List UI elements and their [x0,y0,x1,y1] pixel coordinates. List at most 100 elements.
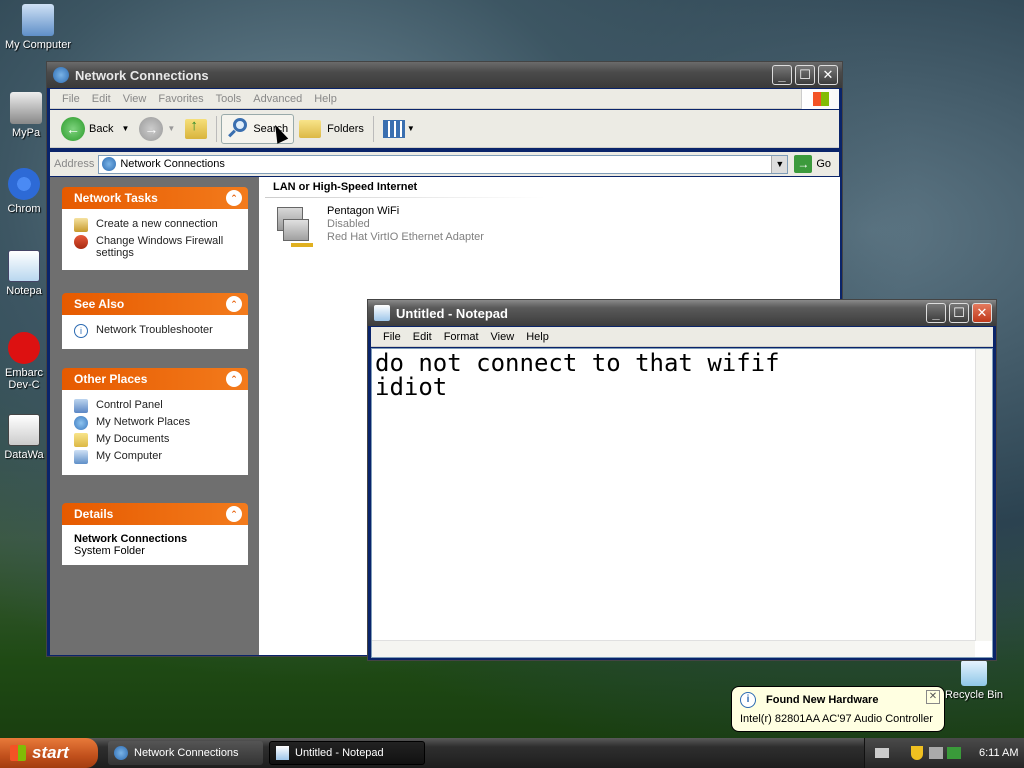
network-connections-icon [114,746,128,760]
collapse-chevron-icon[interactable]: ⌃ [226,190,242,206]
vertical-scrollbar[interactable] [975,349,992,641]
toolbar: ← Back ▼ → ▼ ↑ Search Folders ▼ [50,110,839,148]
my-documents-icon [74,433,88,447]
toolbar-separator [216,115,218,142]
link-my-computer[interactable]: My Computer [74,450,240,464]
connection-item-pentagon-wifi[interactable]: Pentagon WiFi Disabled Red Hat VirtIO Et… [273,205,484,251]
balloon-close-button[interactable]: ✕ [926,690,940,704]
see-also-header[interactable]: See Also ⌃ [62,293,248,315]
group-divider [265,197,545,198]
connection-adapter: Red Hat VirtIO Ethernet Adapter [327,231,484,243]
safely-remove-hardware-icon[interactable] [947,747,961,759]
link-control-panel[interactable]: Control Panel [74,399,240,413]
close-button[interactable]: ✕ [972,303,992,323]
menu-file[interactable]: File [56,93,86,105]
network-tasks-header[interactable]: Network Tasks ⌃ [62,187,248,209]
collapse-chevron-icon[interactable]: ⌃ [226,296,242,312]
folders-button[interactable]: Folders [294,114,369,144]
menu-advanced[interactable]: Advanced [247,93,308,105]
go-label: Go [816,158,831,170]
panel-title: Network Tasks [74,191,158,205]
menu-favorites[interactable]: Favorites [152,93,209,105]
balloon-message: Intel(r) 82801AA AC'97 Audio Controller [740,713,933,725]
desktop-icon-recycle-bin[interactable]: Recycle Bin [936,660,1012,701]
menu-bar: File Edit View Favorites Tools Advanced … [50,88,839,109]
back-button[interactable]: ← Back ▼ [56,114,134,144]
menu-format[interactable]: Format [438,331,485,343]
folders-label: Folders [327,122,364,135]
security-shield-icon[interactable] [911,746,923,760]
other-places-header[interactable]: Other Places ⌃ [62,368,248,390]
taskbar-button-label: Network Connections [134,747,239,759]
toolbar-separator [372,115,374,142]
network-tasks-panel: Network Tasks ⌃ Create a new connection … [62,187,248,270]
desktop-icon-my-computer[interactable]: My Computer [0,4,76,51]
link-my-network-places[interactable]: My Network Places [74,416,240,430]
details-name: Network Connections [74,533,188,545]
menu-help[interactable]: Help [520,331,555,343]
taskbar-button-notepad[interactable]: Untitled - Notepad [269,741,425,765]
keyboard-icon[interactable] [875,748,889,758]
menu-edit[interactable]: Edit [407,331,438,343]
found-new-hardware-balloon[interactable]: i Found New Hardware Intel(r) 82801AA AC… [731,686,945,732]
search-icon [227,117,249,140]
taskbar-button-label: Untitled - Notepad [295,747,384,759]
menu-help[interactable]: Help [308,93,343,105]
menu-tools[interactable]: Tools [210,93,248,105]
address-dropdown-icon[interactable]: ▼ [771,155,788,173]
clock[interactable]: 6:11 AM [979,747,1019,759]
collapse-chevron-icon[interactable]: ⌃ [226,506,242,522]
task-create-connection[interactable]: Create a new connection [74,218,240,232]
forward-arrow-icon: → [139,116,164,141]
connection-status: Disabled [327,218,370,230]
title-bar[interactable]: Untitled - Notepad _ ☐ ✕ [368,300,996,326]
start-button[interactable]: start [0,738,98,768]
start-label: start [32,743,69,762]
recycle-bin-icon [961,660,987,686]
task-label: Create a new connection [96,218,218,230]
notepad-window[interactable]: Untitled - Notepad _ ☐ ✕ File Edit Forma… [367,299,997,661]
title-bar[interactable]: Network Connections _ ☐ ✕ [47,62,842,88]
back-arrow-icon: ← [61,116,85,141]
menu-file[interactable]: File [377,331,407,343]
maximize-button[interactable]: ☐ [949,303,969,323]
info-icon: i [74,324,88,338]
task-pane: Network Tasks ⌃ Create a new connection … [50,177,259,655]
minimize-button[interactable]: _ [772,65,792,85]
lan-connection-icon [273,205,317,251]
task-change-firewall[interactable]: Change Windows Firewall settings [74,235,240,259]
window-title: Untitled - Notepad [396,305,508,321]
text-editor[interactable]: do not connect to that wifif idiot [371,348,993,658]
text-line-1: do not connect to that wifif [375,349,780,377]
notepad-icon [374,305,390,321]
chevron-down-icon[interactable]: ▼ [121,124,129,133]
up-folder-icon: ↑ [185,117,208,139]
windows-logo-icon [801,88,839,109]
up-folder-button[interactable]: ↑ [180,114,212,144]
address-value: Network Connections [120,158,225,170]
link-label: Network Troubleshooter [96,324,213,336]
views-button[interactable]: ▼ [378,114,420,144]
details-header[interactable]: Details ⌃ [62,503,248,525]
forward-button[interactable]: → ▼ [134,114,180,144]
taskbar-button-network-connections[interactable]: Network Connections [108,741,263,765]
menu-edit[interactable]: Edit [86,93,117,105]
horizontal-scrollbar[interactable] [372,640,975,657]
link-my-documents[interactable]: My Documents [74,433,240,447]
go-button[interactable]: → Go [794,155,831,173]
maximize-button[interactable]: ☐ [795,65,815,85]
menu-view[interactable]: View [117,93,153,105]
chevron-down-icon[interactable]: ▼ [167,124,175,133]
menu-view[interactable]: View [485,331,521,343]
notepad-icon [276,746,289,760]
link-network-troubleshooter[interactable]: i Network Troubleshooter [74,324,240,338]
close-button[interactable]: ✕ [818,65,838,85]
collapse-chevron-icon[interactable]: ⌃ [226,371,242,387]
minimize-button[interactable]: _ [926,303,946,323]
text-line-2: idiot [375,373,448,401]
control-panel-icon [74,399,88,413]
address-field[interactable]: Network Connections ▼ [98,154,789,174]
network-icon[interactable] [929,747,943,759]
details-type: System Folder [74,545,145,557]
other-places-panel: Other Places ⌃ Control Panel My Network … [62,368,248,475]
